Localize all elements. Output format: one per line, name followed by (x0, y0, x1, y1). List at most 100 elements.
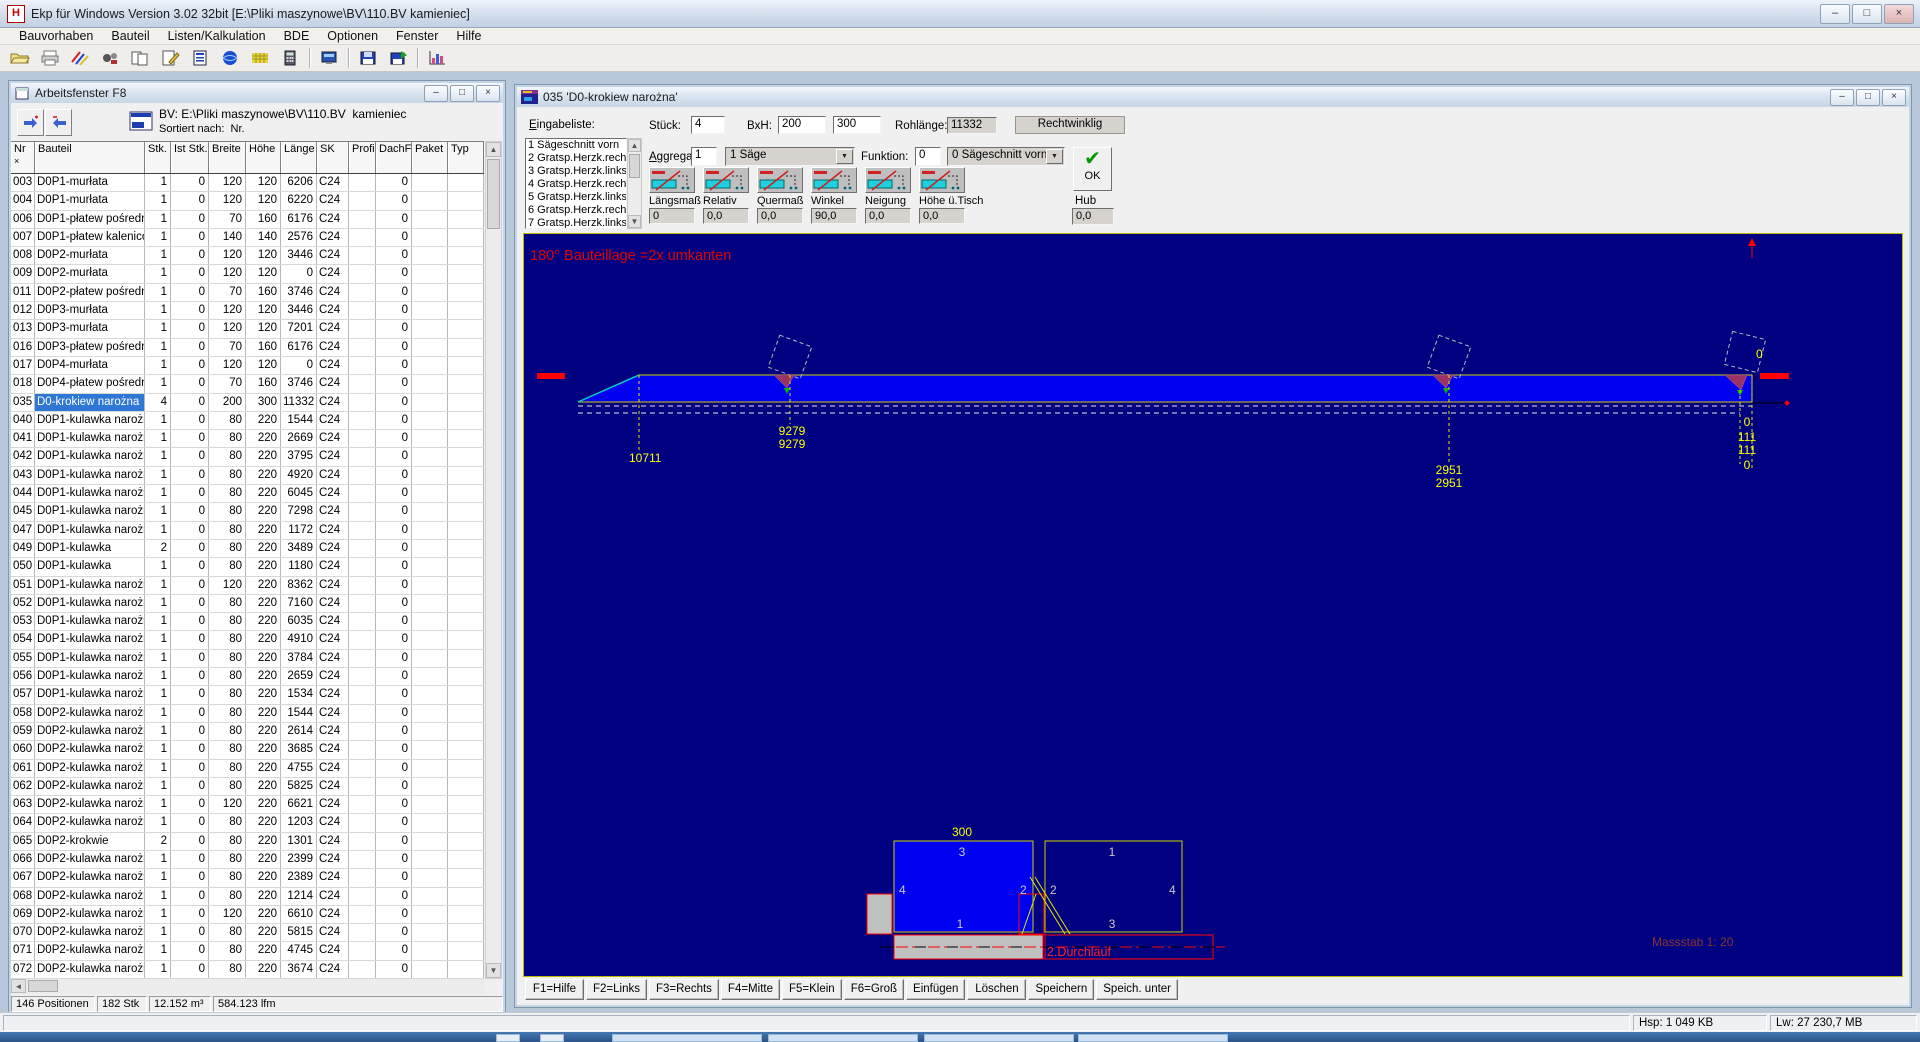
cell-dachfl[interactable]: 0 (376, 521, 412, 539)
cell-stk[interactable]: 1 (145, 686, 171, 704)
minimize-button[interactable]: – (424, 85, 448, 102)
cell-typ[interactable] (448, 503, 484, 521)
cell-laenge[interactable]: 0 (281, 265, 317, 283)
cell-typ[interactable] (448, 576, 484, 594)
cell-nr[interactable]: 016 (11, 338, 35, 356)
cell-ist-stk[interactable]: 0 (171, 631, 209, 649)
cell-paket[interactable] (412, 814, 448, 832)
cell-hoehe[interactable]: 220 (246, 796, 281, 814)
table-row[interactable]: 072 D0P2-kulawka narożn 1 0 80 220 3674 … (11, 960, 484, 979)
cell-laenge[interactable]: 7298 (281, 503, 317, 521)
cell-typ[interactable] (448, 942, 484, 960)
cell-ist-stk[interactable]: 0 (171, 430, 209, 448)
cell-typ[interactable] (448, 210, 484, 228)
cell-profil[interactable] (349, 704, 376, 722)
cell-profil[interactable] (349, 960, 376, 979)
cell-breite[interactable]: 120 (209, 796, 246, 814)
cell-nr[interactable]: 018 (11, 375, 35, 393)
cell-hoehe[interactable]: 220 (246, 485, 281, 503)
cell-paket[interactable] (412, 485, 448, 503)
cell-bauteil[interactable]: D0P1-kulawka narożn (35, 411, 145, 430)
cell-ist-stk[interactable]: 0 (171, 869, 209, 887)
cell-sk[interactable]: C24 (317, 356, 349, 375)
cell-breite[interactable]: 70 (209, 210, 246, 228)
remove-position-button[interactable] (45, 109, 72, 136)
cell-paket[interactable] (412, 210, 448, 228)
table-row[interactable]: 044 D0P1-kulawka narożn 1 0 80 220 6045 … (11, 485, 484, 504)
cell-nr[interactable]: 007 (11, 228, 35, 247)
cell-hoehe[interactable]: 120 (246, 356, 281, 375)
cell-sk[interactable]: C24 (317, 649, 349, 668)
cell-breite[interactable]: 80 (209, 539, 246, 558)
cell-laenge[interactable]: 6610 (281, 905, 317, 924)
cell-dachfl[interactable]: 0 (376, 814, 412, 832)
breite-input[interactable]: 200 (778, 116, 826, 134)
saw-param-value[interactable]: 0,0 (703, 208, 749, 224)
cell-profil[interactable] (349, 814, 376, 832)
table-vertical-scrollbar[interactable]: ▲ ▼ (485, 141, 502, 979)
cell-hoehe[interactable]: 160 (246, 283, 281, 302)
cell-ist-stk[interactable]: 0 (171, 777, 209, 796)
cell-paket[interactable] (412, 722, 448, 741)
input-list-scrollbar[interactable]: ▲ ▼ (627, 138, 642, 229)
cell-paket[interactable] (412, 247, 448, 265)
saw-mode-icon-button[interactable] (865, 167, 911, 193)
cell-laenge[interactable]: 5825 (281, 777, 317, 796)
cell-stk[interactable]: 1 (145, 594, 171, 613)
table-row[interactable]: 064 D0P2-kulawka narożn 1 0 80 220 1203 … (11, 814, 484, 833)
cell-stk[interactable]: 1 (145, 777, 171, 796)
cell-hoehe[interactable]: 220 (246, 905, 281, 924)
cell-typ[interactable] (448, 192, 484, 210)
aggregat-input[interactable]: 1 (691, 147, 717, 166)
open-folder-icon[interactable] (5, 45, 34, 71)
cell-hoehe[interactable]: 220 (246, 558, 281, 576)
cell-sk[interactable]: C24 (317, 576, 349, 594)
cell-sk[interactable]: C24 (317, 283, 349, 302)
cell-sk[interactable]: C24 (317, 613, 349, 631)
cell-breite[interactable]: 120 (209, 192, 246, 210)
table-row[interactable]: 061 D0P2-kulawka narożn 1 0 80 220 4755 … (11, 759, 484, 778)
cell-ist-stk[interactable]: 0 (171, 704, 209, 722)
cell-typ[interactable] (448, 320, 484, 338)
cell-ist-stk[interactable]: 0 (171, 850, 209, 869)
function-key-button[interactable]: F5=Klein (781, 979, 842, 1000)
cell-paket[interactable] (412, 521, 448, 539)
cell-breite[interactable]: 120 (209, 356, 246, 375)
close-button[interactable]: × (1884, 4, 1914, 24)
cell-paket[interactable] (412, 430, 448, 448)
cell-hoehe[interactable]: 120 (246, 302, 281, 320)
cell-hoehe[interactable]: 220 (246, 631, 281, 649)
cell-laenge[interactable]: 6220 (281, 192, 317, 210)
cell-stk[interactable]: 1 (145, 759, 171, 777)
cell-paket[interactable] (412, 777, 448, 796)
cell-breite[interactable]: 80 (209, 613, 246, 631)
menu-item[interactable]: Hilfe (447, 28, 490, 44)
table-row[interactable]: 009 D0P2-murłata 1 0 120 120 0 C24 0 (11, 265, 484, 284)
cell-typ[interactable] (448, 228, 484, 247)
cell-breite[interactable]: 80 (209, 411, 246, 430)
cell-stk[interactable]: 1 (145, 521, 171, 539)
cell-paket[interactable] (412, 741, 448, 759)
saw-mode-icon-button[interactable] (811, 167, 857, 193)
menu-item[interactable]: Listen/Kalkulation (159, 28, 275, 44)
cell-dachfl[interactable]: 0 (376, 466, 412, 485)
cell-breite[interactable]: 80 (209, 704, 246, 722)
cell-profil[interactable] (349, 649, 376, 668)
cell-stk[interactable]: 4 (145, 393, 171, 411)
cell-stk[interactable]: 1 (145, 649, 171, 668)
cell-bauteil[interactable]: D0P3-murłata (35, 302, 145, 320)
restore-button[interactable]: □ (1856, 89, 1880, 106)
save-disk-arrow-icon[interactable] (383, 45, 412, 71)
cell-sk[interactable]: C24 (317, 850, 349, 869)
cell-nr[interactable]: 062 (11, 777, 35, 796)
cell-ist-stk[interactable]: 0 (171, 338, 209, 356)
cell-breite[interactable]: 80 (209, 668, 246, 686)
globe-icon[interactable] (215, 45, 244, 71)
cell-paket[interactable] (412, 448, 448, 466)
cell-breite[interactable]: 80 (209, 869, 246, 887)
cell-stk[interactable]: 1 (145, 668, 171, 686)
cell-paket[interactable] (412, 466, 448, 485)
cell-typ[interactable] (448, 722, 484, 741)
cell-dachfl[interactable]: 0 (376, 558, 412, 576)
input-list-item[interactable]: 2 Gratsp.Herzk.rech (526, 152, 626, 165)
